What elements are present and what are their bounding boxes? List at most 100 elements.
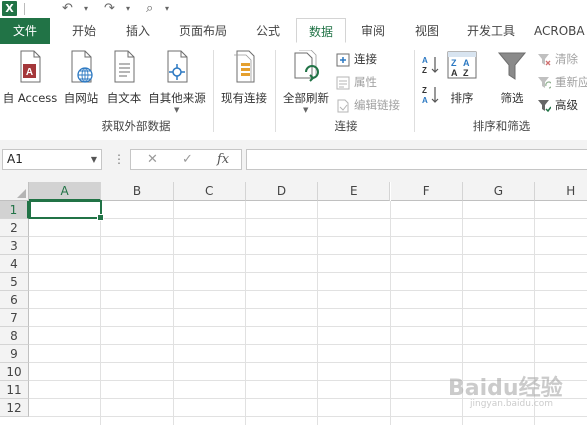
gridline bbox=[29, 218, 587, 219]
clear-filter-button[interactable]: 清除 bbox=[537, 49, 578, 69]
row-header[interactable]: 10 bbox=[0, 363, 29, 381]
column-header[interactable]: D bbox=[245, 182, 319, 201]
print-preview-icon[interactable]: ⌕ bbox=[146, 0, 153, 18]
row-header[interactable]: 5 bbox=[0, 273, 29, 291]
edit-links-icon bbox=[337, 99, 349, 112]
from-text-button[interactable]: 自文本 bbox=[104, 50, 144, 106]
watermark-logo: Baidu经验 bbox=[448, 376, 563, 401]
refresh-all-button[interactable]: 全部刷新 ▼ bbox=[280, 49, 332, 116]
tab-acrobat[interactable]: ACROBA bbox=[534, 18, 587, 44]
gridline bbox=[29, 362, 587, 363]
tab-review[interactable]: 审阅 bbox=[348, 18, 398, 44]
row-header[interactable]: 7 bbox=[0, 309, 29, 327]
insert-function-icon[interactable]: fx bbox=[217, 150, 229, 169]
row-header[interactable]: 1 bbox=[0, 201, 29, 219]
divider bbox=[24, 3, 25, 15]
watermark-url: jingyan.baidu.com bbox=[470, 399, 554, 409]
name-box[interactable]: A1 ▼ bbox=[2, 149, 102, 170]
undo-dropdown-icon[interactable]: ▾ bbox=[84, 0, 88, 18]
row-header[interactable]: 2 bbox=[0, 219, 29, 237]
divider bbox=[414, 50, 415, 132]
svg-text:Z: Z bbox=[422, 66, 427, 75]
ribbon-data: A 自 Access 自网站 自文本 自其他来源 ▼ 现有连接 获取外部数据 全… bbox=[0, 44, 587, 141]
from-other-sources-button[interactable]: 自其他来源 ▼ bbox=[146, 50, 208, 116]
tab-insert[interactable]: 插入 bbox=[112, 18, 164, 44]
sort-button[interactable]: Z A A Z 排序 bbox=[444, 50, 480, 106]
connections-label: 连接 bbox=[354, 52, 377, 66]
redo-dropdown-icon[interactable]: ▾ bbox=[126, 0, 130, 18]
gridline bbox=[29, 416, 587, 417]
filter-funnel-icon bbox=[497, 52, 527, 80]
row-header[interactable]: 8 bbox=[0, 327, 29, 345]
existing-connections-label: 现有连接 bbox=[221, 91, 267, 105]
clear-label: 清除 bbox=[555, 52, 578, 66]
from-web-label: 自网站 bbox=[63, 91, 99, 105]
chevron-down-icon: ▼ bbox=[303, 106, 309, 114]
refresh-all-label: 全部刷新 bbox=[283, 91, 329, 105]
edit-links-button[interactable]: 编辑链接 bbox=[336, 95, 400, 115]
column-header[interactable]: G bbox=[462, 182, 536, 201]
sort-ascending-button[interactable]: A Z bbox=[420, 54, 442, 76]
chevron-down-icon[interactable]: ▼ bbox=[91, 150, 97, 169]
from-web-button[interactable]: 自网站 bbox=[61, 50, 101, 106]
formula-input[interactable] bbox=[246, 149, 587, 170]
svg-text:A: A bbox=[422, 56, 428, 65]
gridline bbox=[172, 201, 174, 425]
column-header[interactable]: A bbox=[29, 182, 102, 201]
tab-data[interactable]: 数据 bbox=[296, 18, 346, 43]
enter-icon[interactable]: ✓ bbox=[182, 150, 193, 169]
properties-button[interactable]: 属性 bbox=[336, 72, 377, 92]
reapply-icon bbox=[538, 76, 551, 89]
divider bbox=[275, 50, 276, 132]
name-box-value: A1 bbox=[7, 152, 23, 166]
column-header[interactable]: C bbox=[173, 182, 246, 201]
row-header[interactable]: 11 bbox=[0, 381, 29, 399]
row-header[interactable]: 9 bbox=[0, 345, 29, 363]
row-header[interactable]: 4 bbox=[0, 255, 29, 273]
from-access-button[interactable]: A 自 Access bbox=[2, 50, 58, 106]
tab-file[interactable]: 文件 bbox=[0, 18, 50, 44]
row-header[interactable]: 6 bbox=[0, 291, 29, 309]
svg-text:Z: Z bbox=[451, 58, 457, 68]
refresh-icon bbox=[294, 49, 319, 82]
sort-descending-button[interactable]: Z A bbox=[420, 84, 442, 106]
reapply-button[interactable]: 重新应 bbox=[537, 72, 587, 92]
reapply-label: 重新应 bbox=[555, 75, 587, 89]
svg-text:Z: Z bbox=[463, 68, 469, 78]
gridline bbox=[29, 308, 587, 309]
from-access-label: 自 Access bbox=[2, 91, 58, 105]
redo-icon[interactable]: ↷ bbox=[104, 0, 115, 18]
svg-text:A: A bbox=[422, 96, 428, 105]
gridline bbox=[29, 290, 587, 291]
more-options-icon[interactable]: ⋮ bbox=[113, 152, 125, 166]
existing-connections-button[interactable]: 现有连接 bbox=[218, 50, 270, 106]
row-header[interactable]: 3 bbox=[0, 237, 29, 255]
formula-bar-area: A1 ▼ ⋮ ✕ ✓ fx bbox=[0, 140, 587, 182]
tab-home[interactable]: 开始 bbox=[58, 18, 110, 44]
gridline bbox=[29, 344, 587, 345]
properties-label: 属性 bbox=[354, 75, 377, 89]
column-header[interactable]: F bbox=[390, 182, 463, 201]
tab-page-layout[interactable]: 页面布局 bbox=[168, 18, 238, 44]
column-header[interactable]: B bbox=[101, 182, 174, 201]
sort-descending-icon: Z A bbox=[422, 86, 439, 105]
customize-quick-access-icon[interactable]: ▾ bbox=[165, 0, 169, 18]
tab-formulas[interactable]: 公式 bbox=[242, 18, 294, 44]
row-header[interactable]: 12 bbox=[0, 399, 29, 417]
tab-developer[interactable]: 开发工具 bbox=[456, 18, 526, 44]
existing-connections-icon bbox=[234, 50, 255, 83]
cancel-icon[interactable]: ✕ bbox=[147, 150, 158, 169]
active-cell[interactable] bbox=[29, 200, 104, 221]
svg-text:A: A bbox=[26, 67, 33, 78]
advanced-filter-button[interactable]: 高级 bbox=[537, 95, 578, 115]
advanced-filter-icon bbox=[538, 99, 551, 112]
filter-button[interactable]: 筛选 bbox=[494, 50, 530, 106]
column-header[interactable]: H bbox=[535, 182, 587, 201]
select-all-button[interactable] bbox=[0, 182, 29, 201]
clear-filter-icon bbox=[538, 53, 551, 65]
edit-links-label: 编辑链接 bbox=[354, 98, 400, 112]
undo-icon[interactable]: ↶ bbox=[62, 0, 73, 18]
connections-button[interactable]: 连接 bbox=[336, 49, 377, 69]
tab-view[interactable]: 视图 bbox=[402, 18, 452, 44]
column-header[interactable]: E bbox=[318, 182, 391, 201]
